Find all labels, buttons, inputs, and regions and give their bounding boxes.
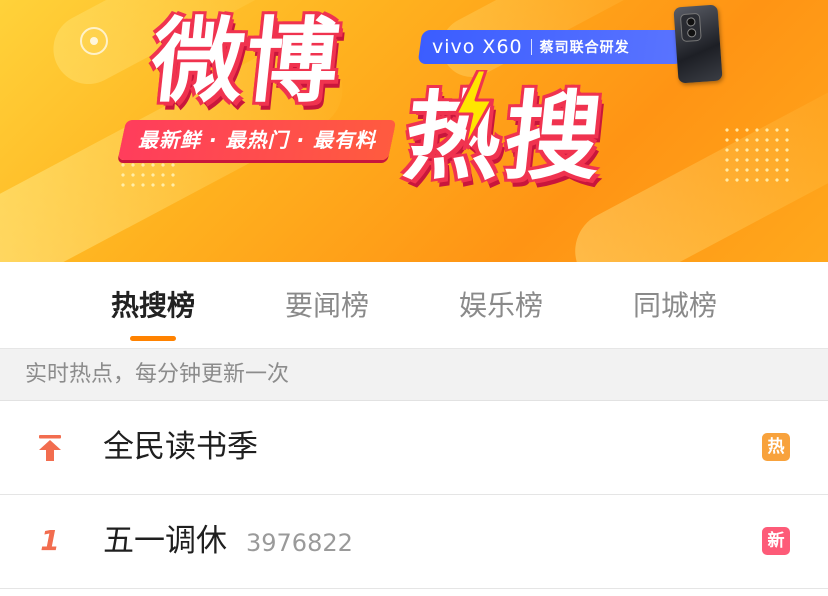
list-item[interactable]: 1 五一调休 3976822 新 xyxy=(0,495,828,589)
tab-hot-search[interactable]: 热搜榜 xyxy=(83,286,223,326)
active-tab-indicator xyxy=(130,336,176,341)
hot-badge: 热 xyxy=(762,433,790,461)
hot-search-banner: 微博 最新鲜 · 最热门 · 最有料 热搜 vivo X60 蔡司联合研发 xyxy=(0,0,828,262)
realtime-notice: 实时热点，每分钟更新一次 xyxy=(0,349,828,401)
tab-bar: 热搜榜 要闻榜 娱乐榜 同城榜 xyxy=(0,262,828,349)
banner-title: 微博 xyxy=(146,8,346,115)
target-icon xyxy=(80,27,108,55)
tab-local[interactable]: 同城榜 xyxy=(605,286,745,326)
camera-module xyxy=(679,12,702,43)
realtime-notice-text: 实时热点，每分钟更新一次 xyxy=(25,362,290,387)
list-item-title: 五一调休 xyxy=(103,523,227,559)
banner-slogan-text: 最新鲜 · 最热门 · 最有料 xyxy=(138,128,377,152)
lightning-icon xyxy=(454,70,494,150)
banner-dots xyxy=(722,125,792,185)
banner-slogan: 最新鲜 · 最热门 · 最有料 xyxy=(117,120,397,160)
rank-number: 1 xyxy=(40,524,60,557)
heat-count: 3976822 xyxy=(246,529,353,557)
list-item[interactable]: 全民读书季 热 xyxy=(0,401,828,495)
banner-hot-word: 热搜 xyxy=(399,81,611,193)
tab-news[interactable]: 要闻榜 xyxy=(257,286,397,326)
phone-image xyxy=(673,4,723,84)
sponsor-brand: vivo X60 xyxy=(432,36,523,58)
pin-top-icon xyxy=(39,435,61,461)
sponsor-divider xyxy=(530,39,532,55)
sponsor-text: 蔡司联合研发 xyxy=(539,40,630,56)
list-item-title: 全民读书季 xyxy=(103,429,258,465)
sponsor-tag: vivo X60 蔡司联合研发 xyxy=(417,30,688,64)
new-badge: 新 xyxy=(762,527,790,555)
tab-entertainment[interactable]: 娱乐榜 xyxy=(431,286,571,326)
